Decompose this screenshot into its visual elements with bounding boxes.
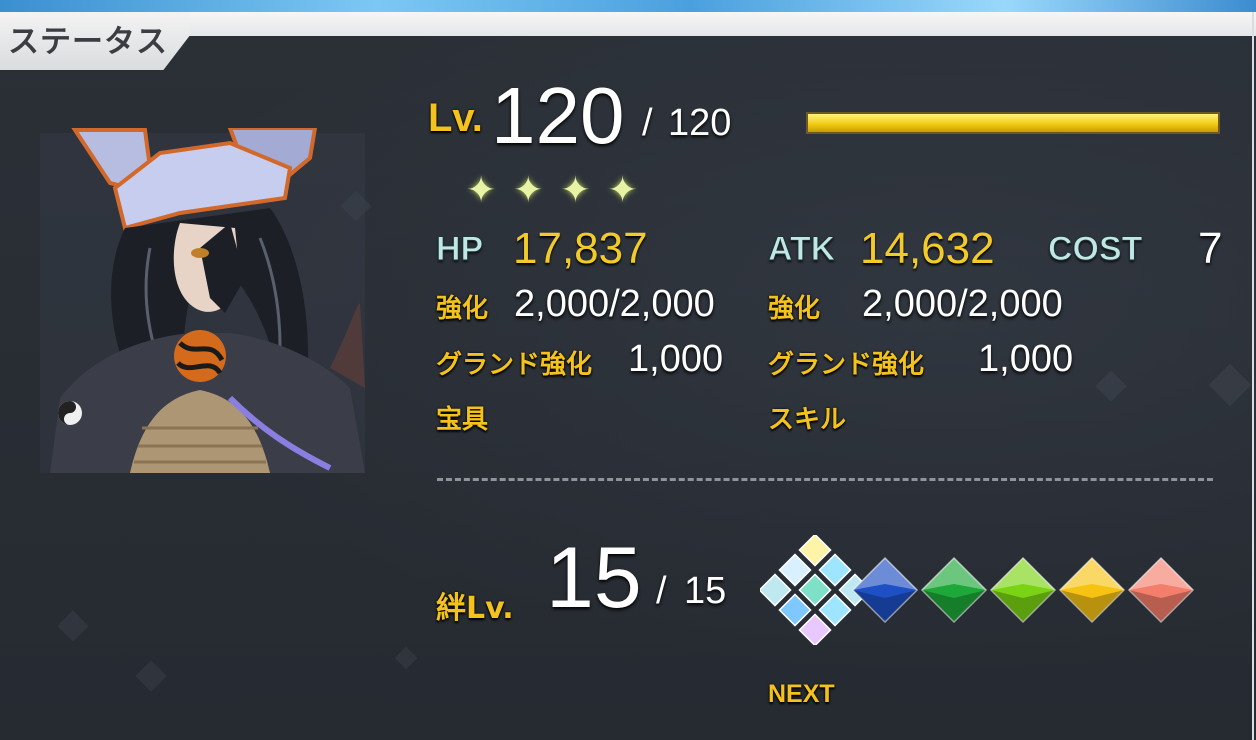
bond-gem-yellow-icon [1058,556,1126,624]
hp-enhance-value: 2,000/2,000 [514,283,715,325]
rarity-stars: ✦✦✦✦ [466,170,655,211]
cost-value: 7 [1198,224,1223,273]
atk-grand-label: グランド強化 [768,350,925,380]
atk-enhance-value: 2,000/2,000 [862,283,1063,325]
bond-next-label: NEXT [768,680,835,708]
page-title: ステータス [8,23,168,60]
level-progress-fill [808,114,1218,132]
bond-current: 15 [546,530,642,626]
bond-label: 絆Lv. [436,591,514,626]
level-separator: / [642,102,653,144]
hp-grand-label: グランド強化 [436,350,593,380]
hp-grand-value: 1,000 [628,338,724,380]
level-prefix: Lv. [428,96,483,140]
np-label: 宝具 [436,405,489,435]
bond-gem-blue-icon [851,556,919,624]
bond-gem-green-icon [920,556,988,624]
bond-gem-pink-icon [1127,556,1195,624]
level-max: 120 [668,102,732,144]
cost-label: COST [1047,230,1143,269]
skill-label: スキル [768,405,847,435]
bond-gem-lime-icon [989,556,1057,624]
star-icon: ✦ [607,170,655,211]
bond-separator: / [656,570,667,612]
header-tab: ステータス [0,12,190,70]
servant-portrait[interactable] [30,128,370,473]
bond-gem-row [760,535,1195,645]
atk-enhance-label: 強化 [768,294,821,324]
bond-max: 15 [684,570,727,612]
atk-value: 14,632 [860,224,995,273]
star-icon: ✦ [560,170,608,211]
star-icon: ✦ [513,170,561,211]
top-decorative-strip [0,0,1256,12]
level-progress-bar [806,112,1220,134]
atk-grand-value: 1,000 [978,338,1074,380]
level-current: 120 [491,71,625,160]
hp-label: HP [435,230,484,269]
hp-value: 17,837 [513,224,648,273]
atk-label: ATK [767,230,836,269]
hp-enhance-label: 強化 [436,294,489,324]
star-icon: ✦ [466,170,514,211]
section-divider [437,478,1213,481]
